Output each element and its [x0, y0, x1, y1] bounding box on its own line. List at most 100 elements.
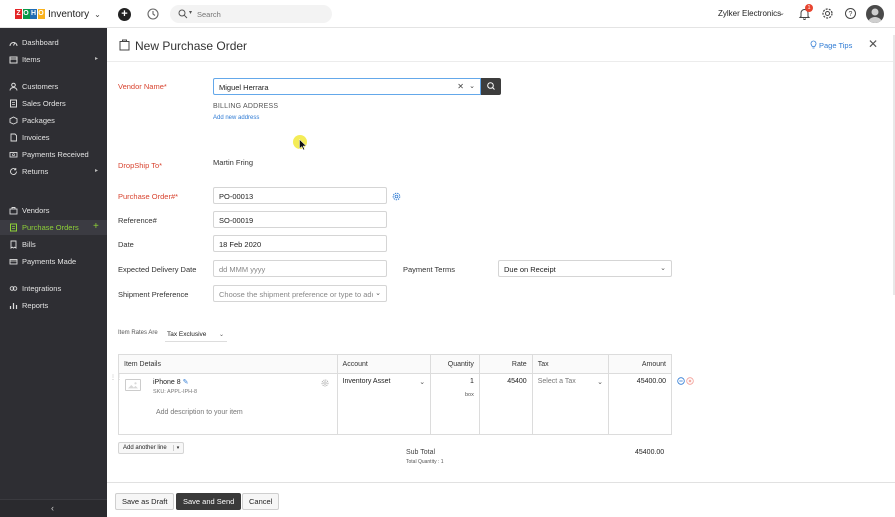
subtotal-value: 45400.00 — [635, 449, 665, 456]
sidebar-item-reports[interactable]: Reports — [0, 298, 107, 313]
add-another-line-button[interactable]: Add another line ▾ — [118, 442, 185, 454]
purchase-order-number-label: Purchase Order#* — [118, 192, 179, 201]
column-header: Rate — [478, 354, 533, 374]
shipment-preference-select[interactable]: Choose the shipment preference or type t… — [213, 285, 387, 302]
logo-tile: O — [22, 9, 30, 19]
item-name[interactable]: iPhone 8 ✎ — [153, 378, 188, 386]
add-another-line-label: Add another line — [123, 445, 167, 451]
sidebar-item-label: Dashboard — [22, 38, 59, 47]
chevron-right-icon: ▸ — [95, 168, 99, 174]
plus-circle-icon[interactable]: + — [118, 8, 131, 21]
main-content: New Purchase Order Page Tips ✕ Vendor Na… — [107, 28, 895, 517]
search-input[interactable] — [197, 8, 317, 20]
gear-icon[interactable] — [321, 379, 329, 387]
shopping-bag-icon — [119, 39, 130, 51]
help-icon[interactable]: ? — [844, 7, 857, 20]
items-icon — [9, 56, 18, 64]
chevron-down-icon: ⌄ — [218, 332, 224, 338]
page-tips-link[interactable]: Page Tips — [819, 41, 852, 50]
history-icon[interactable] — [146, 7, 160, 21]
tax-cell[interactable]: Select a Tax ⌄ — [531, 373, 609, 435]
sidebar-item-items[interactable]: Items ▸ — [0, 52, 107, 67]
payments-received-icon — [9, 152, 18, 158]
customers-icon — [9, 82, 18, 91]
vendor-name-value: Miguel Herrara — [219, 83, 269, 92]
sidebar-item-label: Customers — [22, 82, 59, 91]
form-footer: Save as Draft Save and Send Cancel — [107, 482, 895, 517]
rate-cell[interactable]: 45400 — [478, 373, 533, 435]
add-new-address-link[interactable]: Add new address — [213, 115, 259, 121]
chevron-down-icon[interactable]: ⌄ — [469, 82, 475, 90]
organization-name[interactable]: Zylker Electronics — [718, 9, 781, 18]
rate-value: 45400 — [507, 378, 527, 385]
chevron-down-icon[interactable]: ⌄ — [779, 9, 785, 17]
quantity-cell[interactable]: 1 box — [430, 373, 480, 435]
caret-down-icon[interactable]: ▾ — [189, 9, 192, 16]
sidebar-item-packages[interactable]: Packages — [0, 113, 107, 128]
quantity-unit: box — [464, 392, 474, 398]
brand-name: Inventory — [48, 8, 90, 20]
date-input[interactable]: 18 Feb 2020 — [213, 235, 387, 252]
vendor-search-button[interactable] — [481, 78, 501, 95]
payment-terms-label: Payment Terms — [403, 265, 455, 274]
account-cell[interactable]: Inventory Asset ⌄ — [336, 373, 432, 435]
sidebar-item-customers[interactable]: Customers — [0, 79, 107, 94]
sidebar-item-invoices[interactable]: Invoices — [0, 130, 107, 145]
item-rates-select[interactable]: Tax Exclusive ⌄ — [165, 328, 227, 342]
notification-badge: 1 — [805, 4, 813, 12]
clear-icon[interactable]: ✕ — [457, 82, 464, 91]
sidebar-item-vendors[interactable]: Vendors — [0, 203, 107, 218]
sidebar-item-label: Sales Orders — [22, 99, 66, 108]
sidebar-item-integrations[interactable]: Integrations — [0, 281, 107, 296]
sidebar-item-payments-received[interactable]: Payments Received — [0, 147, 107, 162]
reference-number-input[interactable]: SO-00019 — [213, 211, 387, 228]
chevron-right-icon: ▸ — [95, 56, 99, 62]
item-details-cell[interactable]: iPhone 8 ✎ SKU: APPL-IPH-8 Add descripti… — [118, 373, 338, 435]
dropship-to-value[interactable]: Martin Fring — [213, 158, 253, 167]
save-as-draft-button[interactable]: Save as Draft — [115, 493, 175, 510]
sidebar-item-label: Reports — [22, 301, 49, 310]
avatar[interactable] — [866, 5, 884, 23]
expected-delivery-date-input[interactable]: dd MMM yyyy — [213, 260, 387, 277]
page-tips-icon[interactable] — [809, 40, 818, 49]
purchase-orders-icon — [10, 223, 17, 232]
page-header: New Purchase Order Page Tips ✕ — [107, 28, 895, 62]
save-and-send-button[interactable]: Save and Send — [176, 493, 242, 510]
sidebar-item-label: Integrations — [22, 284, 62, 293]
add-purchase-order-button[interactable]: + — [93, 221, 99, 232]
item-description-input[interactable]: Add description to your item — [156, 409, 243, 416]
item-sku: SKU: APPL-IPH-8 — [153, 389, 198, 395]
close-icon[interactable]: ✕ — [868, 37, 878, 51]
gear-icon[interactable] — [821, 7, 834, 20]
app-logo[interactable]: Z O H O Inventory ⌄ — [15, 8, 101, 20]
tax-placeholder: Select a Tax — [537, 378, 576, 385]
more-options-icon[interactable] — [677, 377, 685, 385]
vendor-name-label: Vendor Name* — [118, 82, 167, 91]
mouse-pointer-icon — [299, 139, 307, 151]
image-placeholder-icon[interactable] — [125, 379, 141, 391]
column-header: Account — [336, 354, 432, 374]
search-box[interactable]: ▾ — [170, 5, 332, 23]
sidebar-item-purchase-orders[interactable]: Purchase Orders + — [0, 220, 107, 235]
invoices-icon — [10, 133, 17, 142]
sidebar-item-payments-made[interactable]: Payments Made — [0, 254, 107, 269]
sidebar-item-sales-orders[interactable]: Sales Orders — [0, 96, 107, 111]
remove-row-icon[interactable] — [686, 377, 694, 385]
sidebar-item-bills[interactable]: Bills — [0, 237, 107, 252]
sidebar-collapse-button[interactable]: ‹ — [0, 499, 107, 517]
edit-pencil-icon[interactable]: ✎ — [183, 379, 189, 386]
billing-address-heading: BILLING ADDRESS — [213, 103, 279, 110]
sidebar-item-label: Bills — [22, 240, 36, 249]
sales-orders-icon — [10, 99, 17, 108]
purchase-order-number-input[interactable]: PO-00013 — [213, 187, 387, 204]
row-actions[interactable] — [677, 377, 695, 385]
sidebar-item-dashboard[interactable]: Dashboard — [0, 35, 107, 50]
item-rates-value: Tax Exclusive — [167, 331, 207, 338]
shipment-preference-label: Shipment Preference — [118, 290, 189, 299]
sidebar-item-returns[interactable]: Returns ▸ — [0, 164, 107, 179]
gear-icon[interactable] — [392, 192, 401, 201]
vendor-name-select[interactable]: Miguel Herrara ✕ ⌄ — [213, 78, 481, 95]
caret-down-icon[interactable]: ▾ — [172, 445, 179, 451]
payment-terms-select[interactable]: Due on Receipt ⌄ — [498, 260, 672, 277]
cancel-button[interactable]: Cancel — [242, 493, 280, 510]
